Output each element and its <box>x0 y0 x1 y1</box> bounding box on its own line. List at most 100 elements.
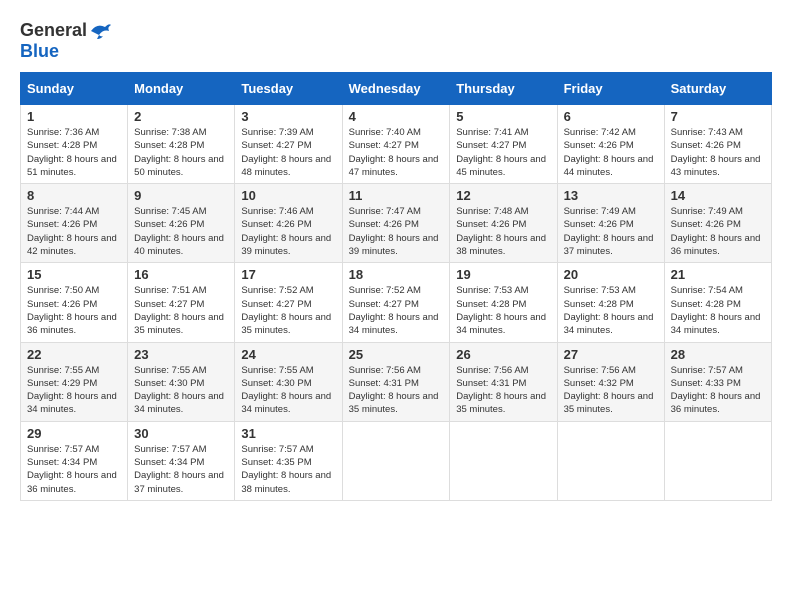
calendar-week-row: 29Sunrise: 7:57 AMSunset: 4:34 PMDayligh… <box>21 421 772 500</box>
day-info: Sunrise: 7:36 AMSunset: 4:28 PMDaylight:… <box>27 126 121 179</box>
calendar-header-wednesday: Wednesday <box>342 73 450 105</box>
day-number: 18 <box>349 267 444 282</box>
day-number: 26 <box>456 347 550 362</box>
day-number: 11 <box>349 188 444 203</box>
calendar-cell <box>450 421 557 500</box>
day-info: Sunrise: 7:57 AMSunset: 4:34 PMDaylight:… <box>27 443 121 496</box>
day-info: Sunrise: 7:43 AMSunset: 4:26 PMDaylight:… <box>671 126 765 179</box>
calendar-cell <box>557 421 664 500</box>
day-info: Sunrise: 7:52 AMSunset: 4:27 PMDaylight:… <box>241 284 335 337</box>
day-info: Sunrise: 7:57 AMSunset: 4:35 PMDaylight:… <box>241 443 335 496</box>
calendar-cell: 13Sunrise: 7:49 AMSunset: 4:26 PMDayligh… <box>557 184 664 263</box>
day-info: Sunrise: 7:54 AMSunset: 4:28 PMDaylight:… <box>671 284 765 337</box>
day-number: 5 <box>456 109 550 124</box>
calendar-cell: 16 Sunrise: 7:51 AMSunset: 4:27 PMDayligh… <box>128 263 235 342</box>
calendar-cell: 24 Sunrise: 7:55 AMSunset: 4:30 PMDayligh… <box>235 342 342 421</box>
day-info: Sunrise: 7:56 AMSunset: 4:32 PMDaylight:… <box>564 364 658 417</box>
calendar-cell: 28 Sunrise: 7:57 AMSunset: 4:33 PMDayligh… <box>664 342 771 421</box>
day-number: 8 <box>27 188 121 203</box>
calendar-week-row: 8 Sunrise: 7:44 AMSunset: 4:26 PMDaylight… <box>21 184 772 263</box>
day-info: Sunrise: 7:55 AMSunset: 4:30 PMDaylight:… <box>134 364 228 417</box>
calendar-cell: 21 Sunrise: 7:54 AMSunset: 4:28 PMDayligh… <box>664 263 771 342</box>
calendar-cell: 1 Sunrise: 7:36 AMSunset: 4:28 PMDaylight… <box>21 105 128 184</box>
calendar-cell: 5 Sunrise: 7:41 AMSunset: 4:27 PMDaylight… <box>450 105 557 184</box>
day-number: 3 <box>241 109 335 124</box>
day-number: 6 <box>564 109 658 124</box>
calendar-cell: 3 Sunrise: 7:39 AMSunset: 4:27 PMDaylight… <box>235 105 342 184</box>
day-number: 19 <box>456 267 550 282</box>
day-info: Sunrise: 7:51 AMSunset: 4:27 PMDaylight:… <box>134 284 228 337</box>
day-info: Sunrise: 7:46 AMSunset: 4:26 PMDaylight:… <box>241 205 335 258</box>
day-info: Sunrise: 7:57 AMSunset: 4:34 PMDaylight:… <box>134 443 228 496</box>
calendar-header-thursday: Thursday <box>450 73 557 105</box>
day-info: Sunrise: 7:41 AMSunset: 4:27 PMDaylight:… <box>456 126 550 179</box>
day-info: Sunrise: 7:52 AMSunset: 4:27 PMDaylight:… <box>349 284 444 337</box>
calendar-cell: 20 Sunrise: 7:53 AMSunset: 4:28 PMDayligh… <box>557 263 664 342</box>
calendar-cell: 8 Sunrise: 7:44 AMSunset: 4:26 PMDaylight… <box>21 184 128 263</box>
day-info: Sunrise: 7:39 AMSunset: 4:27 PMDaylight:… <box>241 126 335 179</box>
day-info: Sunrise: 7:53 AMSunset: 4:28 PMDaylight:… <box>564 284 658 337</box>
calendar-cell: 19Sunrise: 7:53 AMSunset: 4:28 PMDayligh… <box>450 263 557 342</box>
day-number: 28 <box>671 347 765 362</box>
day-number: 13 <box>564 188 658 203</box>
day-number: 7 <box>671 109 765 124</box>
calendar-cell: 9Sunrise: 7:45 AMSunset: 4:26 PMDaylight… <box>128 184 235 263</box>
day-info: Sunrise: 7:55 AMSunset: 4:30 PMDaylight:… <box>241 364 335 417</box>
day-info: Sunrise: 7:47 AMSunset: 4:26 PMDaylight:… <box>349 205 444 258</box>
calendar-cell: 25 Sunrise: 7:56 AMSunset: 4:31 PMDayligh… <box>342 342 450 421</box>
day-number: 27 <box>564 347 658 362</box>
day-info: Sunrise: 7:44 AMSunset: 4:26 PMDaylight:… <box>27 205 121 258</box>
day-number: 12 <box>456 188 550 203</box>
day-info: Sunrise: 7:42 AMSunset: 4:26 PMDaylight:… <box>564 126 658 179</box>
calendar-cell: 17 Sunrise: 7:52 AMSunset: 4:27 PMDayligh… <box>235 263 342 342</box>
day-number: 31 <box>241 426 335 441</box>
day-info: Sunrise: 7:57 AMSunset: 4:33 PMDaylight:… <box>671 364 765 417</box>
calendar-cell <box>664 421 771 500</box>
calendar-cell: 12 Sunrise: 7:48 AMSunset: 4:26 PMDayligh… <box>450 184 557 263</box>
day-number: 10 <box>241 188 335 203</box>
calendar-cell <box>342 421 450 500</box>
logo-blue-text: Blue <box>20 41 59 62</box>
calendar-week-row: 15Sunrise: 7:50 AMSunset: 4:26 PMDayligh… <box>21 263 772 342</box>
calendar-header-sunday: Sunday <box>21 73 128 105</box>
calendar-cell: 18 Sunrise: 7:52 AMSunset: 4:27 PMDayligh… <box>342 263 450 342</box>
day-number: 14 <box>671 188 765 203</box>
day-info: Sunrise: 7:48 AMSunset: 4:26 PMDaylight:… <box>456 205 550 258</box>
day-number: 16 <box>134 267 228 282</box>
day-number: 25 <box>349 347 444 362</box>
calendar-cell: 11 Sunrise: 7:47 AMSunset: 4:26 PMDayligh… <box>342 184 450 263</box>
day-info: Sunrise: 7:50 AMSunset: 4:26 PMDaylight:… <box>27 284 121 337</box>
calendar-header-monday: Monday <box>128 73 235 105</box>
calendar-header-tuesday: Tuesday <box>235 73 342 105</box>
page-header: General Blue <box>20 20 772 62</box>
day-number: 4 <box>349 109 444 124</box>
calendar-cell: 15Sunrise: 7:50 AMSunset: 4:26 PMDayligh… <box>21 263 128 342</box>
day-info: Sunrise: 7:49 AMSunset: 4:26 PMDaylight:… <box>671 205 765 258</box>
calendar-cell: 6 Sunrise: 7:42 AMSunset: 4:26 PMDaylight… <box>557 105 664 184</box>
calendar-cell: 31 Sunrise: 7:57 AMSunset: 4:35 PMDayligh… <box>235 421 342 500</box>
calendar-header-row: SundayMondayTuesdayWednesdayThursdayFrid… <box>21 73 772 105</box>
calendar-cell: 29Sunrise: 7:57 AMSunset: 4:34 PMDayligh… <box>21 421 128 500</box>
calendar-table: SundayMondayTuesdayWednesdayThursdayFrid… <box>20 72 772 501</box>
calendar-cell: 10 Sunrise: 7:46 AMSunset: 4:26 PMDayligh… <box>235 184 342 263</box>
day-info: Sunrise: 7:45 AMSunset: 4:26 PMDaylight:… <box>134 205 228 258</box>
day-number: 24 <box>241 347 335 362</box>
day-info: Sunrise: 7:38 AMSunset: 4:28 PMDaylight:… <box>134 126 228 179</box>
calendar-cell: 2 Sunrise: 7:38 AMSunset: 4:28 PMDaylight… <box>128 105 235 184</box>
logo-general-text: General <box>20 20 87 41</box>
day-number: 30 <box>134 426 228 441</box>
day-number: 21 <box>671 267 765 282</box>
logo: General Blue <box>20 20 113 62</box>
day-number: 2 <box>134 109 228 124</box>
calendar-cell: 22Sunrise: 7:55 AMSunset: 4:29 PMDayligh… <box>21 342 128 421</box>
day-number: 1 <box>27 109 121 124</box>
calendar-cell: 7 Sunrise: 7:43 AMSunset: 4:26 PMDaylight… <box>664 105 771 184</box>
calendar-week-row: 22Sunrise: 7:55 AMSunset: 4:29 PMDayligh… <box>21 342 772 421</box>
calendar-cell: 14 Sunrise: 7:49 AMSunset: 4:26 PMDayligh… <box>664 184 771 263</box>
day-number: 20 <box>564 267 658 282</box>
calendar-header-saturday: Saturday <box>664 73 771 105</box>
day-number: 17 <box>241 267 335 282</box>
calendar-week-row: 1 Sunrise: 7:36 AMSunset: 4:28 PMDaylight… <box>21 105 772 184</box>
day-info: Sunrise: 7:56 AMSunset: 4:31 PMDaylight:… <box>349 364 444 417</box>
calendar-cell: 4Sunrise: 7:40 AMSunset: 4:27 PMDaylight… <box>342 105 450 184</box>
